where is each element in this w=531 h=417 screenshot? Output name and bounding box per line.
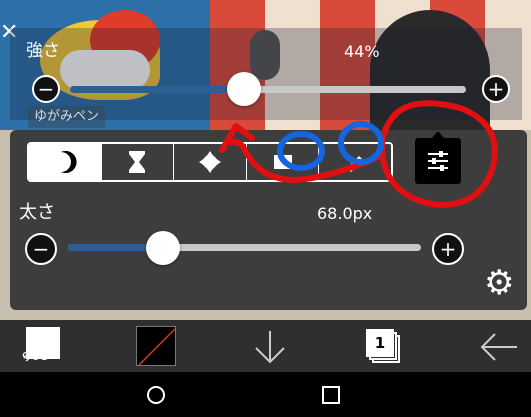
strength-increase-button[interactable]: + [482,75,510,103]
bottom-toolbar: ໑68 1 [0,320,531,372]
color-swatch-button[interactable] [136,326,176,366]
recents-icon[interactable] [322,386,340,404]
system-navigation-bar [0,372,531,417]
strength-slider-thumb[interactable] [227,72,262,106]
spiral-icon: ໑ [22,348,31,364]
thickness-decrease-button[interactable]: − [25,233,57,265]
thickness-label: 太さ [19,202,55,223]
arrow-down-icon[interactable] [253,329,287,365]
thickness-slider-thumb[interactable] [146,231,181,265]
smudge-icon [273,155,292,169]
thickness-increase-button[interactable]: + [432,233,464,265]
strength-slider-track[interactable] [70,86,466,93]
tab-moon-brush[interactable] [29,144,102,180]
back-arrow-icon[interactable] [479,332,519,362]
layer-count: 1 [366,329,394,357]
tab-hourglass-brush[interactable] [101,144,175,180]
home-icon[interactable] [146,385,166,405]
blob-icon [198,151,221,173]
strength-decrease-button[interactable]: − [32,75,60,103]
moon-icon [60,151,77,173]
pen-name-tag: ゆがみペン [28,106,106,128]
brush-panel: 太さ 68.0px − + ⚙ [10,130,527,310]
strength-slider-fill [70,86,245,93]
thickness-slider-track[interactable] [68,244,421,251]
tab-smudge-brush[interactable] [246,144,320,180]
strength-value: 44% [344,42,380,61]
brush-type-tabs [27,142,393,182]
tab-brush-settings[interactable] [415,131,461,184]
brush-size-indicator: ໑68 [22,348,49,364]
tab-eraser-brush[interactable] [319,144,391,180]
drawing-canvas[interactable]: ✕ 強さ 44% − + ゆがみペン 太さ 68.0px − + ⚙ [0,0,531,320]
tab-blob-brush[interactable] [174,144,247,180]
thickness-value: 68.0px [317,204,373,223]
strength-label: 強さ [26,41,60,61]
sliders-icon [428,151,448,171]
gear-icon[interactable]: ⚙ [484,266,514,300]
hourglass-icon [129,151,146,173]
brush-size-value: 68 [30,348,49,364]
no-color-icon [138,328,175,365]
eraser-icon [347,156,364,172]
